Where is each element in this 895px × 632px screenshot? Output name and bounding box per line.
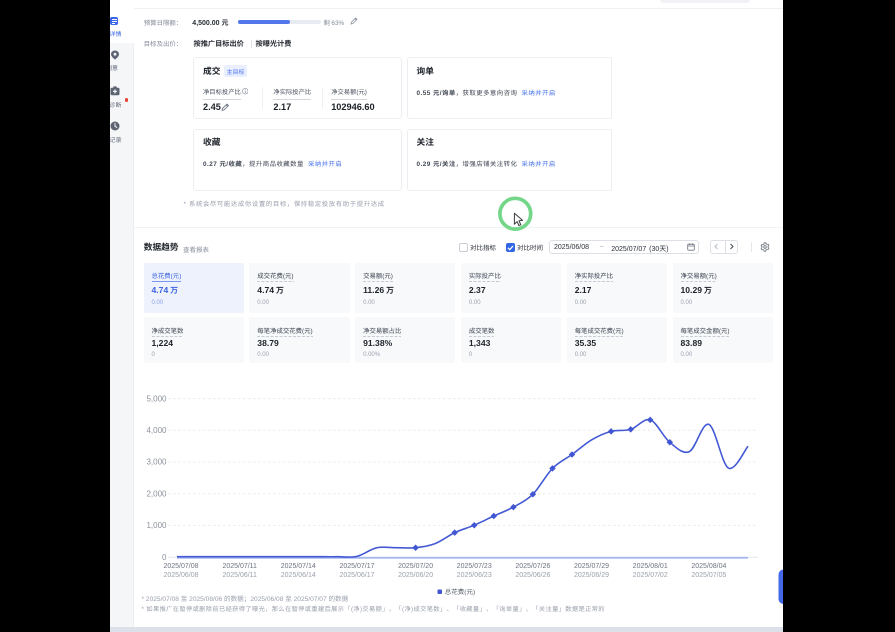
svg-text:5,000: 5,000 (146, 394, 167, 403)
svg-text:2025/06/20: 2025/06/20 (398, 572, 433, 579)
svg-text:2025/07/02: 2025/07/02 (633, 572, 668, 579)
svg-text:2025/07/20: 2025/07/20 (398, 563, 433, 570)
svg-text:4,000: 4,000 (146, 426, 167, 435)
svg-text:2025/06/17: 2025/06/17 (339, 572, 374, 579)
svg-text:2025/07/23: 2025/07/23 (457, 563, 492, 570)
svg-text:总花费(元): 总花费(元) (445, 588, 475, 596)
svg-text:3,000: 3,000 (146, 458, 167, 467)
svg-text:1,000: 1,000 (146, 521, 167, 530)
svg-text:2025/07/11: 2025/07/11 (222, 563, 257, 570)
svg-text:2025/07/29: 2025/07/29 (574, 563, 609, 570)
svg-text:2025/07/05: 2025/07/05 (691, 572, 726, 579)
svg-text:2025/06/29: 2025/06/29 (574, 572, 609, 579)
svg-text:0: 0 (162, 553, 167, 562)
svg-text:2025/07/26: 2025/07/26 (515, 563, 550, 570)
svg-text:2025/08/01: 2025/08/01 (633, 563, 668, 570)
svg-text:2025/06/26: 2025/06/26 (515, 572, 550, 579)
svg-text:2025/08/04: 2025/08/04 (691, 563, 726, 570)
svg-text:2025/06/23: 2025/06/23 (457, 572, 492, 579)
svg-text:2,000: 2,000 (146, 489, 167, 498)
svg-text:2025/06/11: 2025/06/11 (222, 572, 257, 579)
svg-text:2025/07/08: 2025/07/08 (163, 563, 198, 570)
svg-text:2025/06/08: 2025/06/08 (163, 572, 198, 579)
svg-text:2025/07/17: 2025/07/17 (339, 563, 374, 570)
svg-text:2025/06/14: 2025/06/14 (281, 572, 316, 579)
svg-text:2025/07/14: 2025/07/14 (281, 563, 316, 570)
